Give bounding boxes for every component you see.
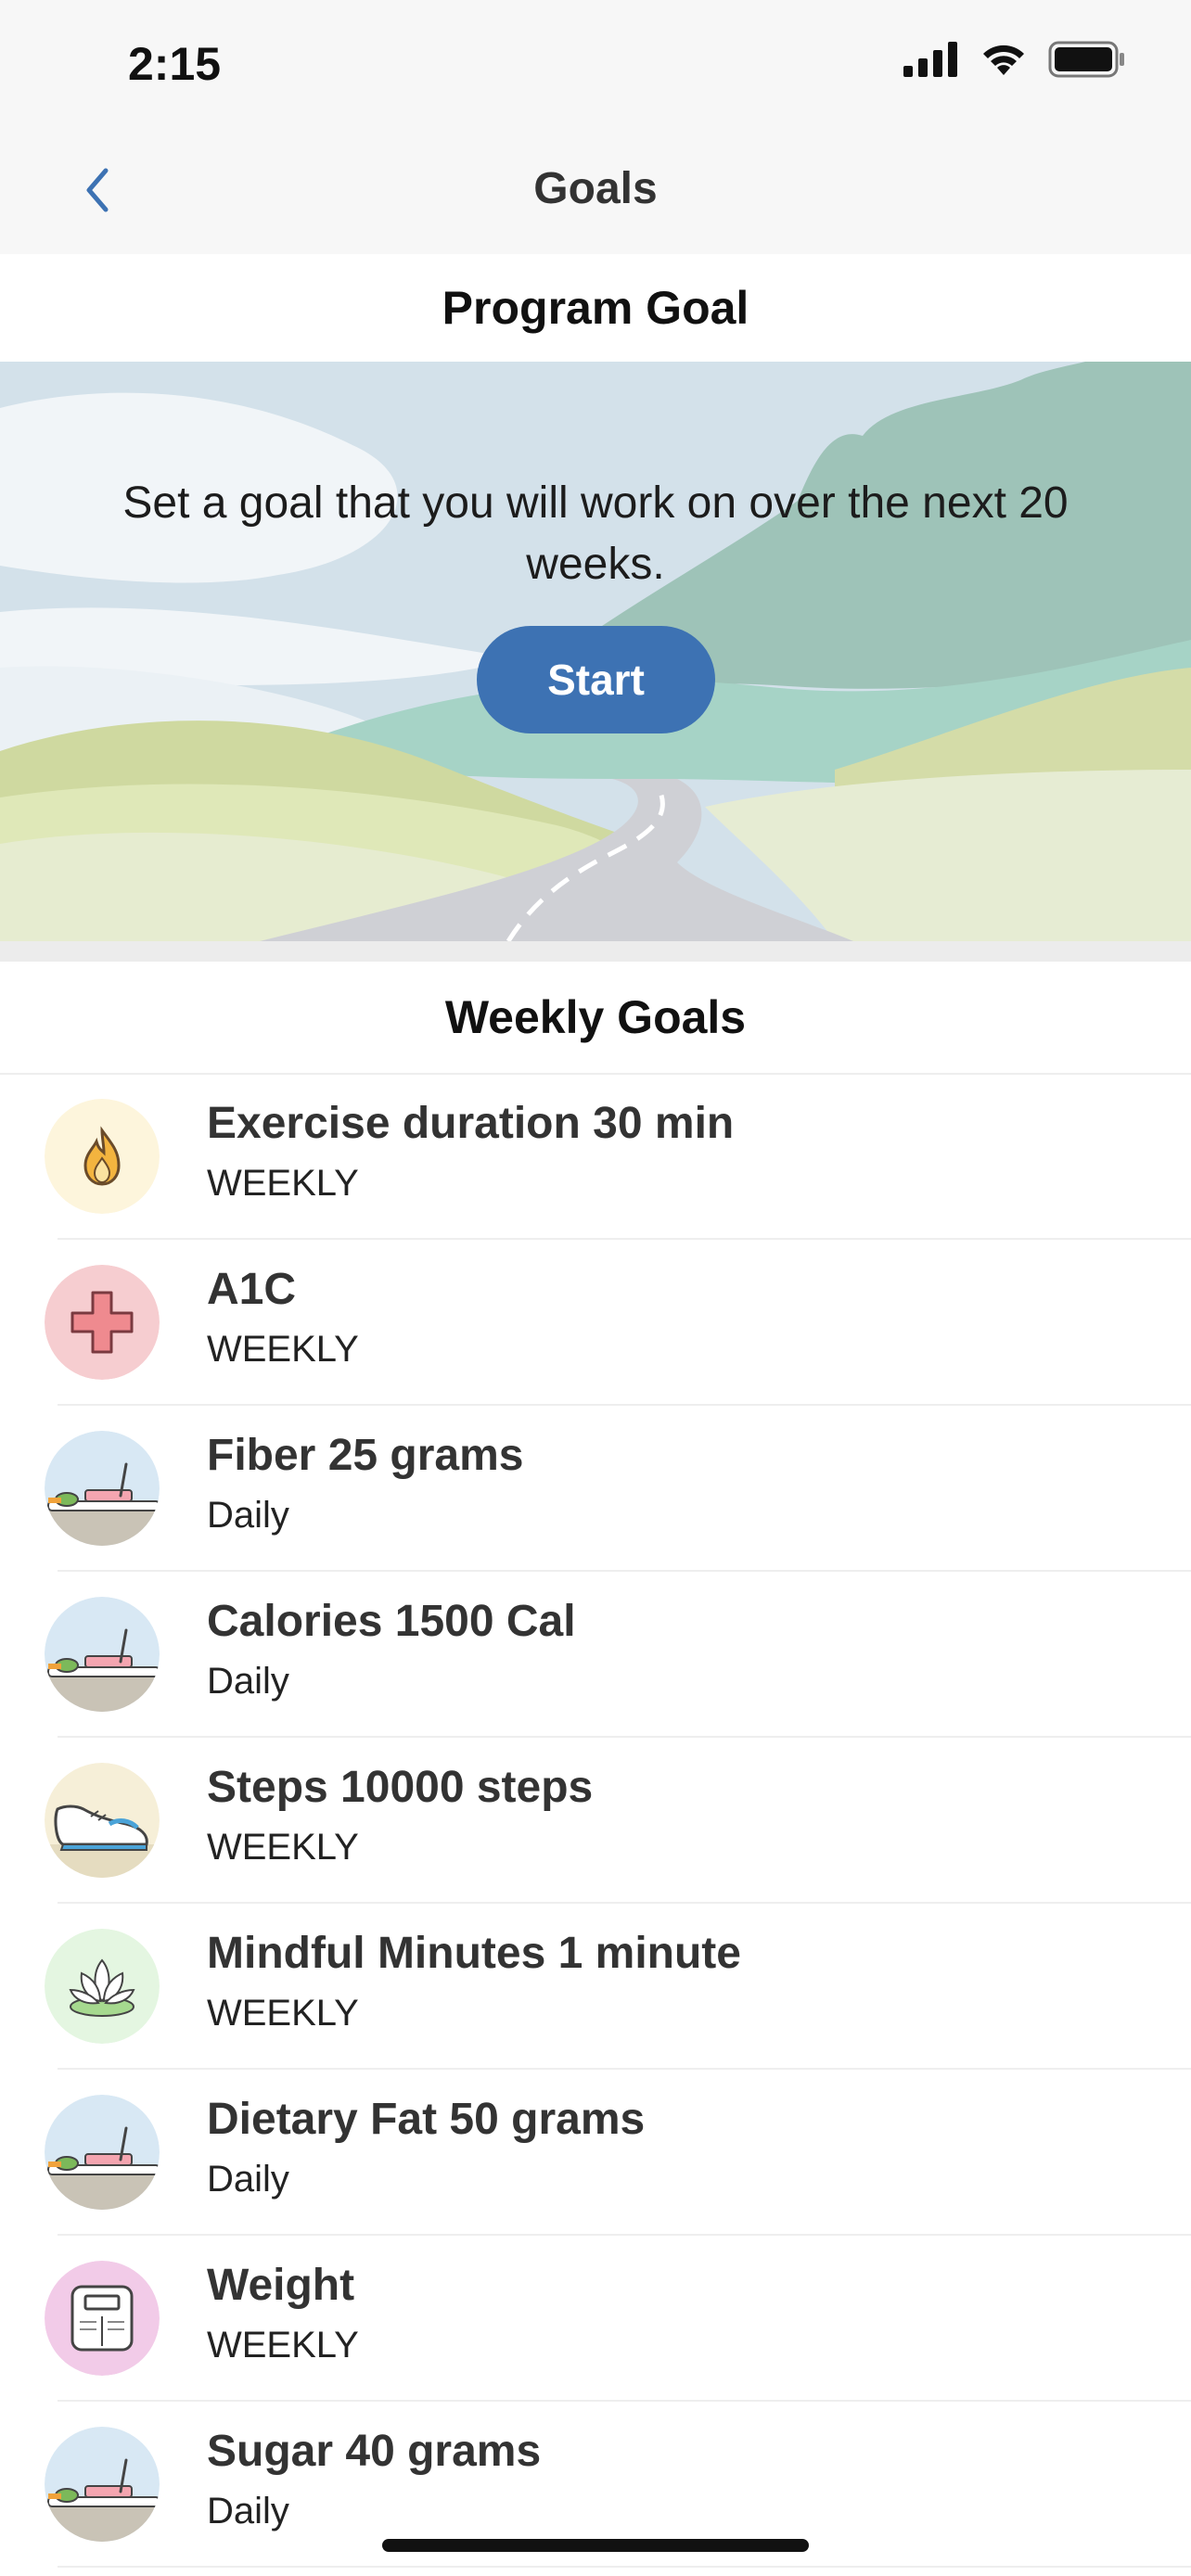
goal-item-dietary-fat[interactable]: Dietary Fat 50 grams Daily: [0, 2070, 1191, 2236]
goal-item-fiber[interactable]: Fiber 25 grams Daily: [0, 1406, 1191, 1572]
status-time: 2:15: [128, 38, 222, 90]
goal-frequency: Daily: [207, 2491, 289, 2531]
goal-frequency: Daily: [207, 1661, 289, 1702]
status-icons: [903, 41, 1126, 83]
start-button[interactable]: Start: [477, 626, 715, 733]
scale-icon: [45, 2261, 160, 2376]
medical-cross-icon: [45, 1265, 160, 1380]
status-bar: 2:15: [0, 0, 1191, 130]
goal-frequency: Daily: [207, 1495, 289, 1536]
section-divider: [0, 941, 1191, 962]
goal-title: Sugar 40 grams: [207, 2427, 542, 2476]
goal-title: Weight: [207, 2261, 355, 2310]
goal-frequency: WEEKLY: [207, 1993, 359, 2034]
goal-frequency: WEEKLY: [207, 1827, 359, 1868]
goal-item-calories[interactable]: Calories 1500 Cal Daily: [0, 1572, 1191, 1738]
goal-item-steps[interactable]: Steps 10000 steps WEEKLY: [0, 1738, 1191, 1904]
sneaker-icon: [45, 1763, 160, 1878]
wifi-icon: [980, 42, 1028, 82]
nav-bar: Goals: [0, 130, 1191, 254]
food-plate-icon: [45, 2095, 160, 2210]
goal-title: Exercise duration 30 min: [207, 1099, 735, 1148]
goal-title: Mindful Minutes 1 minute: [207, 1929, 741, 1978]
food-plate-icon: [45, 1597, 160, 1712]
goal-title: Dietary Fat 50 grams: [207, 2095, 646, 2144]
goal-frequency: WEEKLY: [207, 1329, 359, 1370]
food-plate-icon: [45, 2427, 160, 2542]
flame-icon: [45, 1099, 160, 1214]
battery-icon: [1048, 41, 1126, 83]
goal-frequency: WEEKLY: [207, 1163, 359, 1204]
goal-title: Calories 1500 Cal: [207, 1597, 576, 1646]
lotus-icon: [45, 1929, 160, 2044]
program-goal-header: Program Goal: [0, 254, 1191, 362]
goal-title: Fiber 25 grams: [207, 1431, 524, 1480]
weekly-goals-header: Weekly Goals: [0, 962, 1191, 1073]
goal-item-weight[interactable]: Weight WEEKLY: [0, 2236, 1191, 2402]
goal-title: Steps 10000 steps: [207, 1763, 594, 1812]
goal-title: A1C: [207, 1265, 297, 1314]
weekly-goals-list: Exercise duration 30 min WEEKLY A1C WEEK…: [0, 1074, 1191, 2568]
cellular-signal-icon: [903, 41, 959, 82]
goal-frequency: Daily: [207, 2159, 289, 2200]
goal-item-mindful[interactable]: Mindful Minutes 1 minute WEEKLY: [0, 1904, 1191, 2070]
goal-item-a1c[interactable]: A1C WEEKLY: [0, 1240, 1191, 1406]
program-goal-card: Set a goal that you will work on over th…: [0, 362, 1191, 941]
food-plate-icon: [45, 1431, 160, 1546]
program-goal-description: Set a goal that you will work on over th…: [122, 478, 1069, 589]
goal-frequency: WEEKLY: [207, 2325, 359, 2366]
page-title: Goals: [533, 164, 658, 213]
home-indicator[interactable]: [382, 2539, 809, 2552]
goal-item-exercise[interactable]: Exercise duration 30 min WEEKLY: [0, 1074, 1191, 1240]
